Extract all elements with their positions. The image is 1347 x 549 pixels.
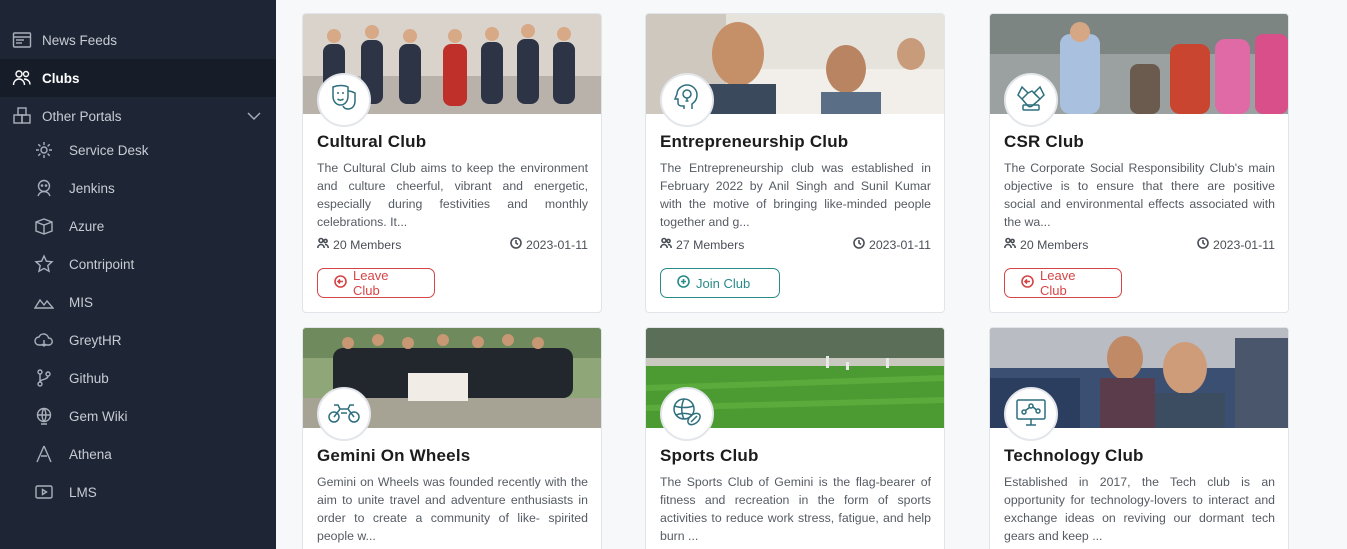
button-label: Join Club <box>696 275 751 291</box>
chevron-down-icon[interactable] <box>246 108 262 127</box>
clock-icon <box>510 237 526 252</box>
sidebar-item-label: Service Desk <box>69 142 149 158</box>
club-description: The Sports Club of Gemini is the flag-be… <box>660 475 931 543</box>
club-logo <box>317 73 371 127</box>
created-date: 2023-01-11 <box>1213 237 1275 252</box>
club-date: 2023-01-11 <box>510 237 588 252</box>
triangle-icon <box>33 443 55 465</box>
sidebar-item-azure[interactable]: Azure <box>0 207 276 245</box>
members-count: 27 Members <box>676 237 745 252</box>
club-logo <box>660 73 714 127</box>
sidebar-item-label: GreytHR <box>69 332 122 348</box>
portals-icon <box>11 105 33 127</box>
club-card: Sports Club The Sports Club of Gemini is… <box>645 327 945 549</box>
club-title[interactable]: Technology Club <box>1004 446 1144 466</box>
globe-icon <box>33 405 55 427</box>
sports-balls-icon <box>670 395 704 434</box>
sidebar-item-label: Azure <box>69 218 105 234</box>
sidebar-item-other-portals[interactable]: Other Portals <box>0 97 276 135</box>
arrow-left-circle-icon <box>334 275 353 291</box>
leave-club-button[interactable]: Leave Club <box>1004 268 1122 298</box>
club-members: 20 Members <box>1004 237 1088 252</box>
members-count: 20 Members <box>1020 237 1089 252</box>
club-description: Established in 2017, the Tech club is an… <box>1004 475 1275 543</box>
club-card: Entrepreneurship Club The Entrepreneursh… <box>645 13 945 313</box>
monitor-network-icon <box>1014 395 1048 434</box>
club-members: 20 Members <box>317 237 401 252</box>
sidebar-item-contripoint[interactable]: Contripoint <box>0 245 276 283</box>
join-club-button[interactable]: Join Club <box>660 268 780 298</box>
sidebar-item-lms[interactable]: LMS <box>0 473 276 511</box>
arrow-left-circle-icon <box>1021 275 1040 291</box>
club-date: 2023-01-11 <box>1197 237 1275 252</box>
plus-circle-icon <box>677 275 696 291</box>
sidebar-item-label: Athena <box>69 446 112 462</box>
sidebar-item-service-desk[interactable]: Service Desk <box>0 131 276 169</box>
club-logo <box>1004 73 1058 127</box>
club-card: Gemini On Wheels Gemini on Wheels was fo… <box>302 327 602 549</box>
sidebar-item-jenkins[interactable]: Jenkins <box>0 169 276 207</box>
sidebar-item-label: Other Portals <box>42 108 122 124</box>
leave-club-button[interactable]: Leave Club <box>317 268 435 298</box>
club-description: Gemini on Wheels was founded recently wi… <box>317 475 588 543</box>
sidebar-item-label: MIS <box>69 294 94 310</box>
sidebar-item-label: News Feeds <box>42 32 118 48</box>
star-icon <box>33 253 55 275</box>
sidebar-item-athena[interactable]: Athena <box>0 435 276 473</box>
button-label: Leave Club <box>353 268 389 298</box>
members-count: 20 Members <box>333 237 402 252</box>
azure-icon <box>33 215 55 237</box>
members-icon <box>660 237 676 252</box>
mountain-chart-icon <box>33 291 55 313</box>
club-description: The Cultural Club aims to keep the envir… <box>317 161 588 229</box>
club-logo <box>660 387 714 441</box>
club-title[interactable]: CSR Club <box>1004 132 1084 152</box>
sidebar-item-greythr[interactable]: GreytHR <box>0 321 276 359</box>
club-description: The Entrepreneurship club was establishe… <box>660 161 931 229</box>
handshake-icon <box>1014 81 1048 120</box>
club-card: CSR Club The Corporate Social Responsibi… <box>989 13 1289 313</box>
git-branch-icon <box>33 367 55 389</box>
people-group-icon <box>11 67 33 89</box>
sidebar-item-label: Contripoint <box>69 256 135 272</box>
sidebar-item-label: Github <box>69 370 109 386</box>
members-icon <box>317 237 333 252</box>
cloud-icon <box>33 329 55 351</box>
members-icon <box>1004 237 1020 252</box>
clock-icon <box>1197 237 1213 252</box>
gear-icon <box>33 139 55 161</box>
sidebar-item-gem-wiki[interactable]: Gem Wiki <box>0 397 276 435</box>
club-title[interactable]: Sports Club <box>660 446 759 466</box>
button-label: Leave Club <box>1040 268 1076 298</box>
created-date: 2023-01-11 <box>869 237 931 252</box>
video-screen-icon <box>33 481 55 503</box>
club-logo <box>317 387 371 441</box>
club-title[interactable]: Entrepreneurship Club <box>660 132 848 152</box>
clock-icon <box>853 237 869 252</box>
club-logo <box>1004 387 1058 441</box>
sidebar-item-label: LMS <box>69 484 97 500</box>
sidebar-item-mis[interactable]: MIS <box>0 283 276 321</box>
club-card: Technology Club Established in 2017, the… <box>989 327 1289 549</box>
sidebar-item-github[interactable]: Github <box>0 359 276 397</box>
sidebar-item-label: Clubs <box>42 70 80 86</box>
sidebar-item-clubs[interactable]: Clubs <box>0 59 276 97</box>
club-date: 2023-01-11 <box>853 237 931 252</box>
club-card: Cultural Club The Cultural Club aims to … <box>302 13 602 313</box>
sidebar: News Feeds Clubs Other Portals Service D… <box>0 0 276 549</box>
jenkins-icon <box>33 177 55 199</box>
lightbulb-head-icon <box>670 81 704 120</box>
created-date: 2023-01-11 <box>526 237 588 252</box>
sidebar-item-news-feeds[interactable]: News Feeds <box>0 21 276 59</box>
sidebar-item-label: Jenkins <box>69 180 115 196</box>
club-title[interactable]: Gemini On Wheels <box>317 446 470 466</box>
club-members: 27 Members <box>660 237 744 252</box>
theater-masks-icon <box>327 81 361 120</box>
club-description: The Corporate Social Responsibility Club… <box>1004 161 1275 229</box>
club-title[interactable]: Cultural Club <box>317 132 426 152</box>
sidebar-item-label: Gem Wiki <box>69 408 128 424</box>
motorcycle-icon <box>327 395 361 434</box>
news-feed-icon <box>11 29 33 51</box>
